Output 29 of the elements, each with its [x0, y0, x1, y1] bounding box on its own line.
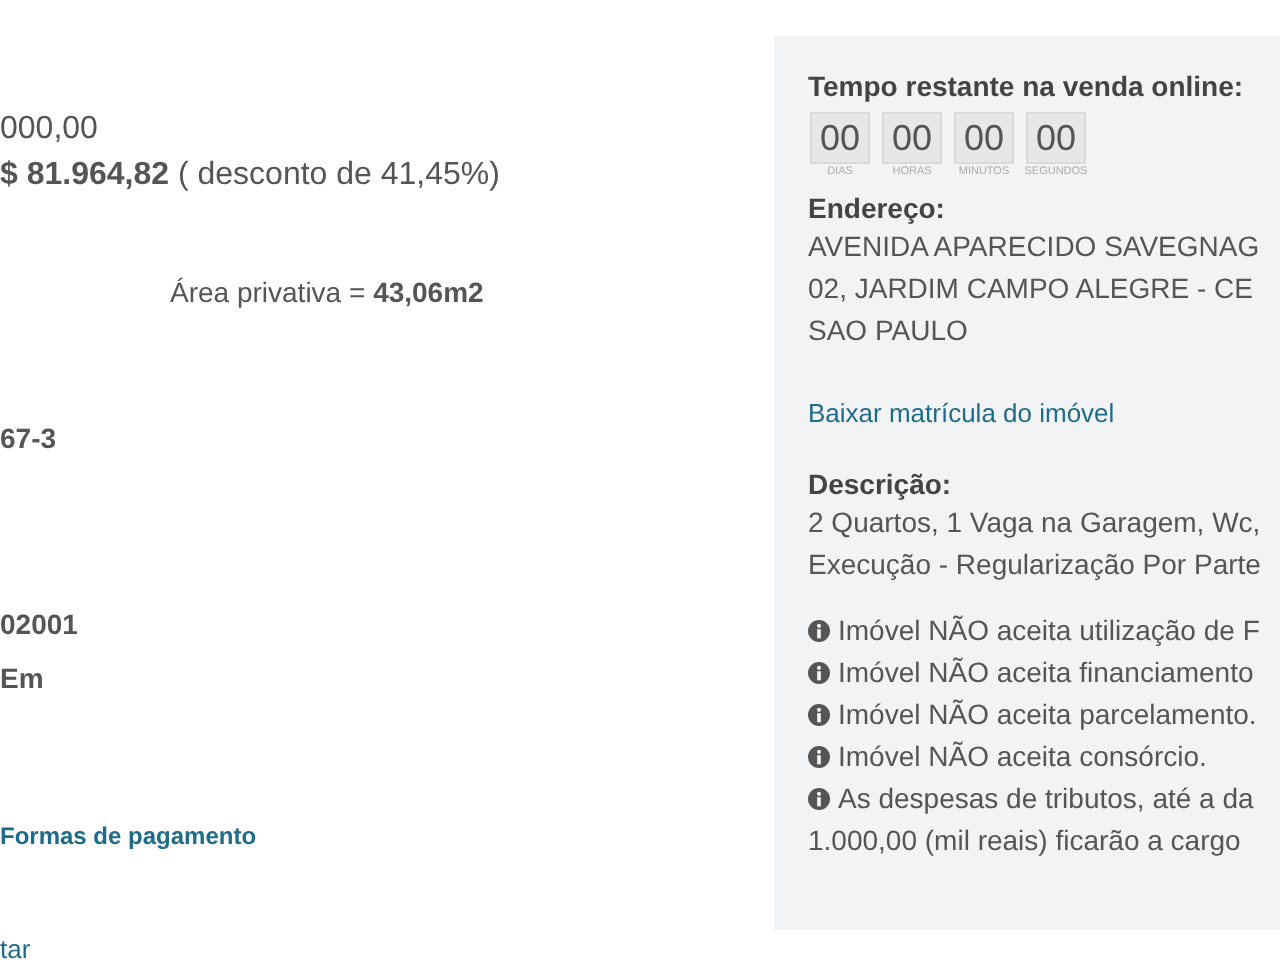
field-value: 02001: [0, 608, 78, 640]
notice-text: Imóvel NÃO aceita financiamento: [838, 654, 1254, 692]
info-icon: [808, 788, 830, 810]
link[interactable]: tar: [0, 934, 31, 960]
info-icon: [808, 704, 830, 726]
address-text: AVENIDA APARECIDO SAVEGNAG 02, JARDIM CAMPO ALEGRE - CE SAO PAULO: [808, 228, 1262, 350]
notice-text: Imóvel NÃO aceita utilização de F: [838, 612, 1260, 650]
notice-text: Imóvel NÃO aceita consórcio.: [838, 738, 1207, 776]
link[interactable]: Formas de pagamento: [0, 822, 257, 850]
countdown-value: 00: [882, 112, 942, 164]
countdown-value: 00: [810, 112, 870, 164]
notice-text: 1.000,00 (mil reais) ficarão a cargo: [808, 822, 1243, 860]
countdown-title: Tempo restante na venda online:: [808, 68, 1246, 104]
notice-text: As despesas de tributos, até a da: [838, 780, 1254, 818]
original-price: 000,00: [0, 110, 100, 150]
info-icon: [808, 620, 830, 642]
download-link[interactable]: Baixar matrícula do imóvel: [808, 398, 1115, 428]
countdown-value: 00: [954, 112, 1014, 164]
description-title: Descrição:: [808, 466, 954, 502]
sale-price: $ 81.964,82 ( desconto de 41,45%): [0, 156, 502, 196]
field-value: Em: [0, 662, 44, 694]
countdown-value: 00: [1026, 112, 1086, 164]
area-text: Área privativa = 43,06m2: [168, 274, 486, 312]
description-text: 2 Quartos, 1 Vaga na Garagem, Wc, Execução - Regularização Por Parte: [808, 504, 1263, 584]
address-title: Endereço:: [808, 190, 947, 226]
info-icon: [808, 746, 830, 768]
info-icon: [808, 662, 830, 684]
notice-text: Imóvel NÃO aceita parcelamento.: [838, 696, 1257, 734]
field-value: 67-3: [0, 422, 57, 454]
